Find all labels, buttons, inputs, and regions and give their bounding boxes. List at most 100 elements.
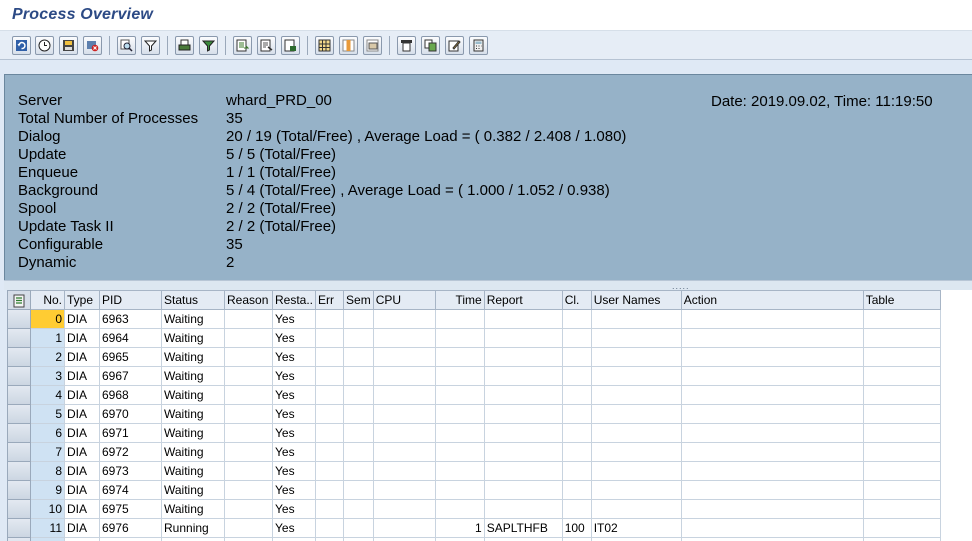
cell-err[interactable] bbox=[315, 480, 345, 500]
cell-reason[interactable] bbox=[224, 309, 273, 329]
cell-table[interactable] bbox=[862, 442, 941, 462]
cell-client[interactable] bbox=[561, 423, 592, 443]
cell-status[interactable]: Waiting bbox=[161, 442, 225, 462]
table-row[interactable]: 8 DIA 6973 Waiting Yes bbox=[7, 461, 941, 481]
cell-cpu[interactable] bbox=[372, 537, 436, 541]
cell-client[interactable] bbox=[561, 499, 592, 519]
cell-no[interactable]: 5 bbox=[30, 404, 65, 424]
stop-button[interactable] bbox=[83, 36, 102, 55]
row-selector-handle[interactable] bbox=[8, 424, 30, 442]
cell-user-names[interactable] bbox=[590, 480, 682, 500]
cell-table[interactable] bbox=[862, 461, 941, 481]
row-selector-handle[interactable] bbox=[8, 462, 30, 480]
cell-sem[interactable] bbox=[343, 537, 374, 541]
cell-type[interactable]: DIA bbox=[64, 423, 100, 443]
cell-err[interactable] bbox=[315, 328, 345, 348]
cell-sem[interactable] bbox=[343, 480, 374, 500]
find-button[interactable] bbox=[117, 36, 136, 55]
clock-button[interactable] bbox=[35, 36, 54, 55]
cell-action[interactable] bbox=[680, 309, 864, 329]
cell-status[interactable]: Waiting bbox=[161, 309, 225, 329]
row-selector-handle[interactable] bbox=[8, 367, 30, 385]
cell-table[interactable] bbox=[862, 366, 941, 386]
cell-action[interactable] bbox=[680, 423, 864, 443]
cell-client[interactable] bbox=[561, 461, 592, 481]
cell-no[interactable]: 8 bbox=[30, 461, 65, 481]
cell-report[interactable] bbox=[483, 366, 563, 386]
cell-action[interactable] bbox=[680, 499, 864, 519]
row-selector[interactable] bbox=[7, 366, 31, 386]
cell-table[interactable] bbox=[862, 480, 941, 500]
cell-client[interactable]: 100 bbox=[561, 518, 592, 538]
cell-restart[interactable]: Yes bbox=[271, 385, 317, 405]
table-row[interactable]: 10 DIA 6975 Waiting Yes bbox=[7, 499, 941, 519]
cell-reason[interactable] bbox=[224, 328, 273, 348]
change-layout-button[interactable] bbox=[397, 36, 416, 55]
cell-pid[interactable]: 6974 bbox=[99, 480, 162, 500]
cell-no[interactable]: 7 bbox=[30, 442, 65, 462]
column-header-status[interactable]: Status bbox=[161, 290, 225, 310]
cell-pid[interactable]: 6975 bbox=[99, 499, 162, 519]
cell-table[interactable] bbox=[862, 499, 941, 519]
cell-user-names[interactable] bbox=[590, 366, 682, 386]
cell-sem[interactable] bbox=[343, 328, 374, 348]
cell-time[interactable] bbox=[434, 347, 485, 367]
cell-cpu[interactable] bbox=[372, 518, 436, 538]
cell-time[interactable] bbox=[434, 537, 485, 541]
cell-err[interactable] bbox=[315, 423, 345, 443]
cell-cpu[interactable] bbox=[372, 347, 436, 367]
panel-splitter[interactable]: ..... bbox=[4, 280, 972, 291]
cell-time[interactable] bbox=[434, 423, 485, 443]
cell-action[interactable] bbox=[680, 518, 864, 538]
cell-type[interactable]: DIA bbox=[64, 442, 100, 462]
cell-cpu[interactable] bbox=[372, 404, 436, 424]
export-button[interactable] bbox=[233, 36, 252, 55]
cell-no[interactable] bbox=[30, 537, 65, 541]
row-selector[interactable] bbox=[7, 461, 31, 481]
cell-no[interactable]: 9 bbox=[30, 480, 65, 500]
column-header-err[interactable]: Err bbox=[315, 290, 345, 310]
cell-no[interactable]: 4 bbox=[30, 385, 65, 405]
grid-layout-button[interactable] bbox=[315, 36, 334, 55]
cell-report[interactable] bbox=[483, 423, 563, 443]
sort-filter-button[interactable] bbox=[199, 36, 218, 55]
cell-time[interactable] bbox=[434, 404, 485, 424]
table-row[interactable]: 0 DIA 6963 Waiting Yes bbox=[7, 309, 941, 329]
cell-restart[interactable]: Yes bbox=[271, 461, 317, 481]
cell-sem[interactable] bbox=[343, 385, 374, 405]
row-selector[interactable] bbox=[7, 537, 31, 541]
row-selector[interactable] bbox=[7, 385, 31, 405]
cell-type[interactable]: DIA bbox=[64, 347, 100, 367]
row-selector[interactable] bbox=[7, 309, 31, 329]
cell-user-names[interactable] bbox=[590, 385, 682, 405]
cell-type[interactable]: DIA bbox=[64, 480, 100, 500]
cell-client[interactable] bbox=[561, 309, 592, 329]
cell-restart[interactable] bbox=[271, 537, 317, 541]
cell-restart[interactable]: Yes bbox=[271, 442, 317, 462]
column-button[interactable] bbox=[339, 36, 358, 55]
cell-status[interactable]: Waiting bbox=[161, 404, 225, 424]
cell-type[interactable] bbox=[64, 537, 100, 541]
cell-user-names[interactable] bbox=[590, 404, 682, 424]
cell-user-names[interactable]: IT02 bbox=[590, 518, 682, 538]
cell-reason[interactable] bbox=[224, 442, 273, 462]
column-header-action[interactable]: Action bbox=[680, 290, 864, 310]
cell-action[interactable] bbox=[680, 347, 864, 367]
row-selector[interactable] bbox=[7, 442, 31, 462]
cell-report[interactable] bbox=[483, 309, 563, 329]
cell-table[interactable] bbox=[862, 518, 941, 538]
cell-user-names[interactable] bbox=[590, 499, 682, 519]
cell-user-names[interactable] bbox=[590, 442, 682, 462]
cell-err[interactable] bbox=[315, 366, 345, 386]
cell-type[interactable]: DIA bbox=[64, 404, 100, 424]
filter-button[interactable] bbox=[141, 36, 160, 55]
cell-table[interactable] bbox=[862, 347, 941, 367]
cell-cpu[interactable] bbox=[372, 385, 436, 405]
cell-action[interactable] bbox=[680, 537, 864, 541]
column-header-table[interactable]: Table bbox=[862, 290, 941, 310]
print-button[interactable] bbox=[175, 36, 194, 55]
row-selector-handle[interactable] bbox=[8, 500, 30, 518]
cell-restart[interactable]: Yes bbox=[271, 347, 317, 367]
cell-reason[interactable] bbox=[224, 366, 273, 386]
cell-pid[interactable]: 6963 bbox=[99, 309, 162, 329]
